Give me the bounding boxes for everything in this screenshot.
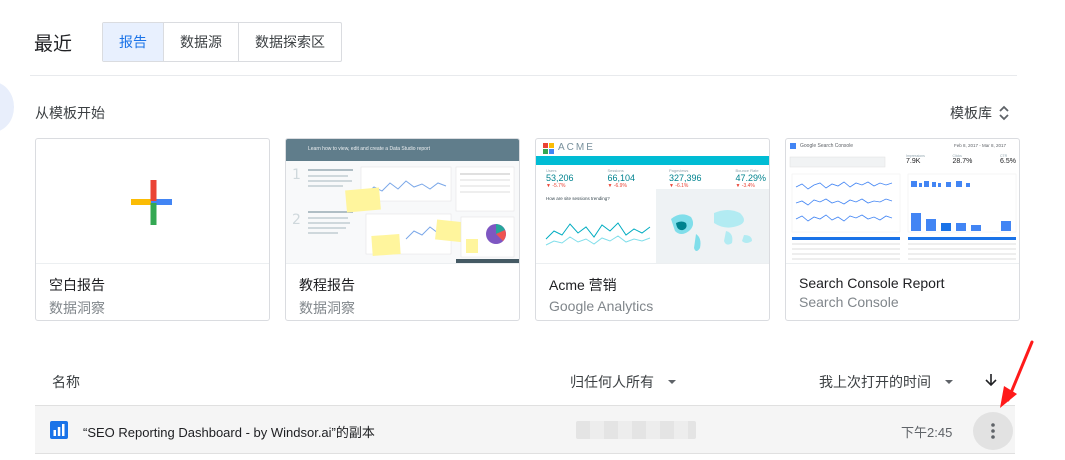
report-icon — [50, 421, 68, 439]
svg-text:1: 1 — [292, 167, 301, 183]
card-name: 空白报告 — [49, 277, 105, 293]
tab-reports[interactable]: 报告 — [103, 23, 165, 61]
type-tabs: 报告 数据源 数据探索区 — [102, 22, 343, 62]
card-name: Acme 营销 — [549, 277, 617, 293]
more-vert-icon — [991, 423, 995, 439]
caret-down-icon — [668, 380, 676, 384]
template-card-tutorial[interactable]: Learn how to view, edit and create a Dat… — [285, 138, 520, 321]
card-name: 教程报告 — [299, 277, 355, 293]
card-source: Google Analytics — [549, 298, 654, 314]
page-header: 最近 报告 数据源 数据探索区 — [34, 22, 343, 62]
tutorial-thumbnail: Learn how to view, edit and create a Dat… — [286, 139, 519, 264]
card-source: 数据洞察 — [49, 300, 105, 316]
sc-preview-graphic — [789, 143, 1017, 260]
search-console-thumbnail: Google Search Console Feb 8, 2017 - Mar … — [786, 139, 1019, 264]
annotation-arrow — [1000, 340, 1034, 408]
last-opened-time: 下午2:45 — [901, 425, 953, 440]
sort-last-opened[interactable]: 我上次打开的时间 — [819, 372, 961, 392]
acme-thumbnail: ACME Users 53,206 ▼ -5.7% Sessions 66,10… — [536, 139, 769, 264]
card-source: Search Console — [799, 294, 899, 310]
column-name[interactable]: 名称 — [52, 372, 80, 392]
template-library-label: 模板库 — [950, 105, 992, 121]
template-card-acme[interactable]: ACME Users 53,206 ▼ -5.7% Sessions 66,10… — [535, 138, 770, 321]
card-source: 数据洞察 — [299, 300, 355, 316]
table-row[interactable]: “SEO Reporting Dashboard - by Windsor.ai… — [35, 405, 1015, 454]
blank-thumbnail — [36, 139, 269, 264]
caret-down-icon — [945, 380, 953, 384]
header-divider — [30, 75, 1017, 76]
plus-icon — [131, 180, 172, 225]
tutorial-preview-graphic: 1 2 — [292, 166, 519, 263]
card-name: Search Console Report — [799, 275, 945, 291]
template-cards: 空白报告 数据洞察 Learn how to view, edit and cr… — [35, 138, 1020, 321]
template-card-search-console[interactable]: Google Search Console Feb 8, 2017 - Mar … — [785, 138, 1020, 321]
owner-filter[interactable]: 归任何人所有 — [570, 372, 684, 392]
side-fab[interactable] — [0, 82, 14, 132]
template-section-title: 从模板开始 — [35, 105, 105, 121]
page-title: 最近 — [34, 33, 73, 55]
report-title: “SEO Reporting Dashboard - by Windsor.ai… — [83, 425, 375, 440]
owner-redacted — [576, 421, 696, 439]
tab-explorer[interactable]: 数据探索区 — [239, 23, 341, 61]
svg-text:2: 2 — [292, 212, 301, 228]
acme-preview-graphic — [545, 189, 769, 263]
template-library-button[interactable]: 模板库 — [950, 103, 1010, 123]
list-header: 名称 归任何人所有 我上次打开的时间 — [35, 362, 1015, 400]
unfold-icon — [999, 105, 1009, 121]
tab-data-sources[interactable]: 数据源 — [164, 23, 240, 61]
template-card-blank[interactable]: 空白报告 数据洞察 — [35, 138, 270, 321]
